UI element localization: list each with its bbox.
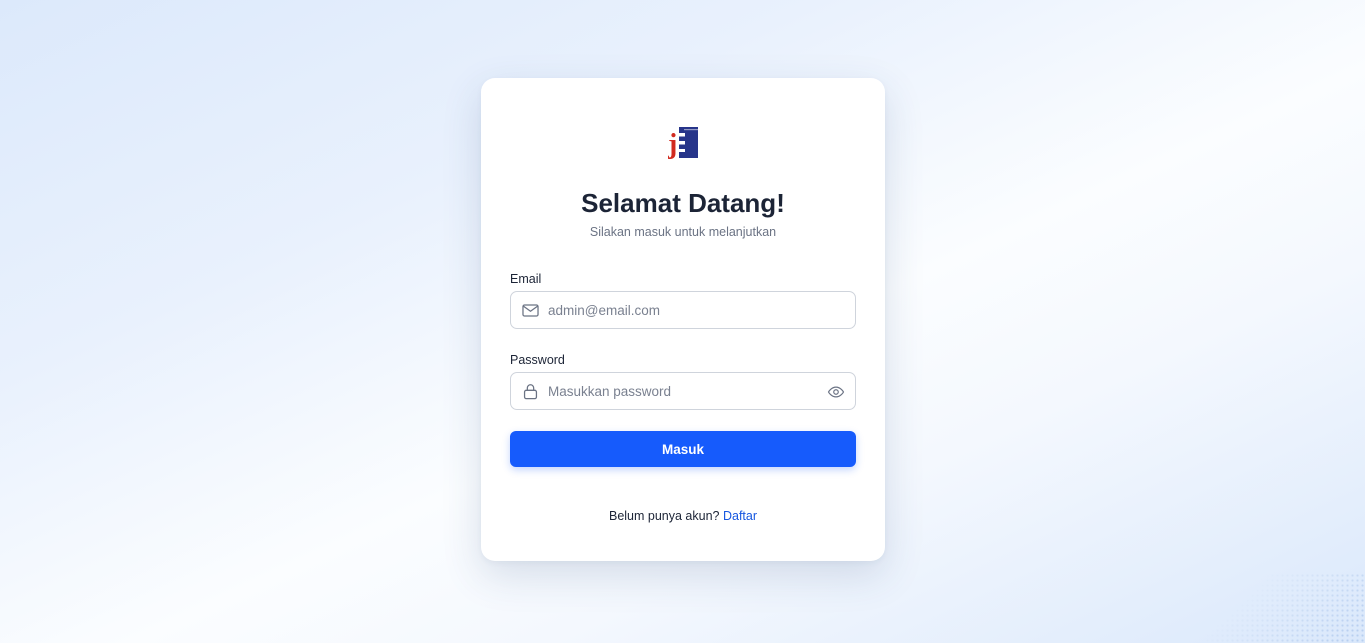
lock-icon [523,384,538,400]
register-link[interactable]: Daftar [723,509,757,523]
login-card: j Selamat Datang! Silakan masuk untuk me… [481,78,885,561]
password-label: Password [510,353,565,367]
register-prompt-text: Belum punya akun? [608,509,720,523]
mail-icon [522,304,539,317]
password-field[interactable] [510,372,856,410]
login-button[interactable]: Masuk [510,431,856,467]
brand-logo: j [668,127,698,160]
email-field[interactable] [510,291,856,329]
register-prompt: Belum punya akun? Daftar [481,509,885,523]
password-input[interactable] [548,373,818,409]
page-title: Selamat Datang! [581,188,785,218]
email-input[interactable] [548,292,818,328]
email-label: Email [510,272,542,286]
page-subtitle: Silakan masuk untuk melanjutkan [589,225,777,239]
svg-text:j: j [668,129,677,160]
background-dot-pattern [1195,573,1365,643]
eye-icon[interactable] [827,383,845,401]
